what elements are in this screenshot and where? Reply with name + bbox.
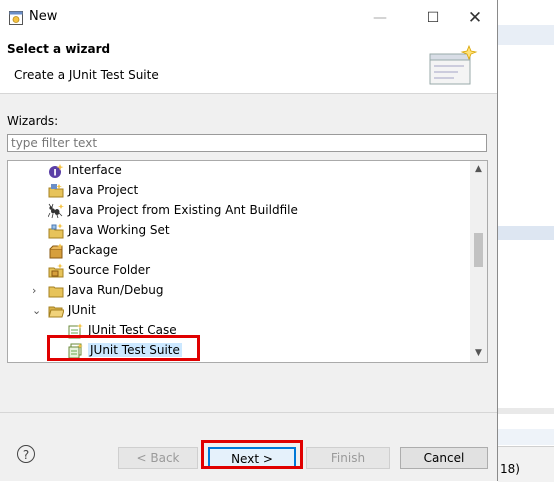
background-band [498,408,554,414]
svg-text:I: I [53,168,56,178]
divider [0,412,497,413]
page-description: Create a JUnit Test Suite [14,68,159,82]
close-button[interactable]: ✕ [453,5,497,31]
tree-item-java-project[interactable]: Java Project [48,181,138,200]
tree-item-junit[interactable]: ⌄ JUnit [32,301,96,320]
minimize-button[interactable]: — [358,5,402,31]
highlight-box [201,440,303,469]
working-set-icon [48,223,64,238]
tree-item-java-run-debug[interactable]: › Java Run/Debug [32,281,164,300]
back-button[interactable]: < Back [118,447,198,469]
folder-open-icon [48,306,64,317]
source-folder-icon [48,263,64,277]
interface-icon: I [49,163,64,178]
chevron-down-icon[interactable]: ⌄ [32,301,44,320]
window-title: New [29,9,58,24]
background-status-text: 18) [500,462,520,476]
background-band [498,429,554,445]
tree-item-java-working-set[interactable]: Java Working Set [48,221,170,240]
tree-item-java-project-ant[interactable]: Java Project from Existing Ant Buildfile [48,201,298,220]
title-bar: New — ☐ ✕ [0,0,497,34]
page-title: Select a wizard [7,42,111,56]
ant-icon [48,203,64,218]
wizard-header: Select a wizard Create a JUnit Test Suit… [0,34,497,94]
eclipse-new-icon [9,11,23,25]
tree-scrollbar[interactable]: ▲ ▼ [470,161,487,362]
highlight-box [47,335,200,361]
new-wizard-dialog: New — ☐ ✕ Select a wizard Create a JUnit… [0,0,498,481]
filter-input[interactable] [7,134,487,152]
background-band [498,25,554,45]
java-project-icon [48,183,64,197]
chevron-right-icon[interactable]: › [32,281,44,300]
wizard-tree[interactable]: I Interface Java Project Java Project fr… [7,160,488,363]
tree-item-interface[interactable]: I Interface [48,161,122,180]
cancel-button[interactable]: Cancel [400,447,488,469]
package-icon [49,243,63,258]
finish-button[interactable]: Finish [306,447,390,469]
background-band [498,226,554,240]
scroll-up-icon[interactable]: ▲ [470,161,487,178]
tree-item-source-folder[interactable]: Source Folder [48,261,150,280]
wizard-banner-icon [429,44,478,85]
scroll-thumb[interactable] [474,233,483,267]
tree-item-package[interactable]: Package [48,241,118,260]
scroll-down-icon[interactable]: ▼ [470,345,487,362]
help-icon[interactable]: ? [17,445,35,463]
folder-icon [48,286,64,297]
wizards-label: Wizards: [7,114,59,128]
maximize-button[interactable]: ☐ [411,5,455,31]
